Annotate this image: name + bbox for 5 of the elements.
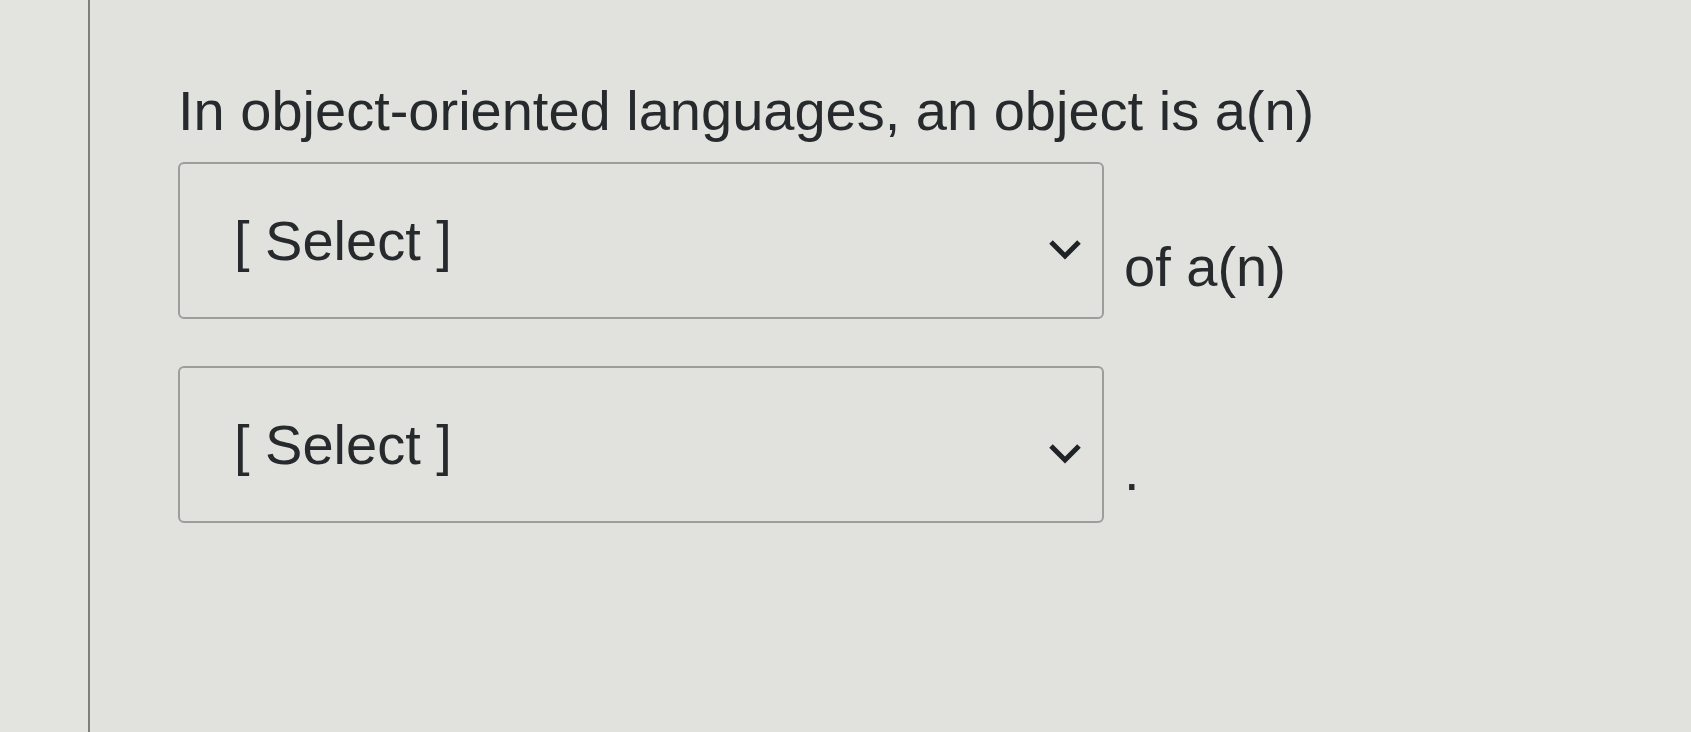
select-dropdown[interactable]: [ Select ] — [178, 366, 1104, 523]
chevron-down-icon — [1048, 237, 1082, 260]
chevron-down-icon — [1048, 441, 1082, 464]
select-dropdown[interactable]: [ Select ] — [178, 162, 1104, 319]
question-text: . — [1124, 443, 1140, 499]
